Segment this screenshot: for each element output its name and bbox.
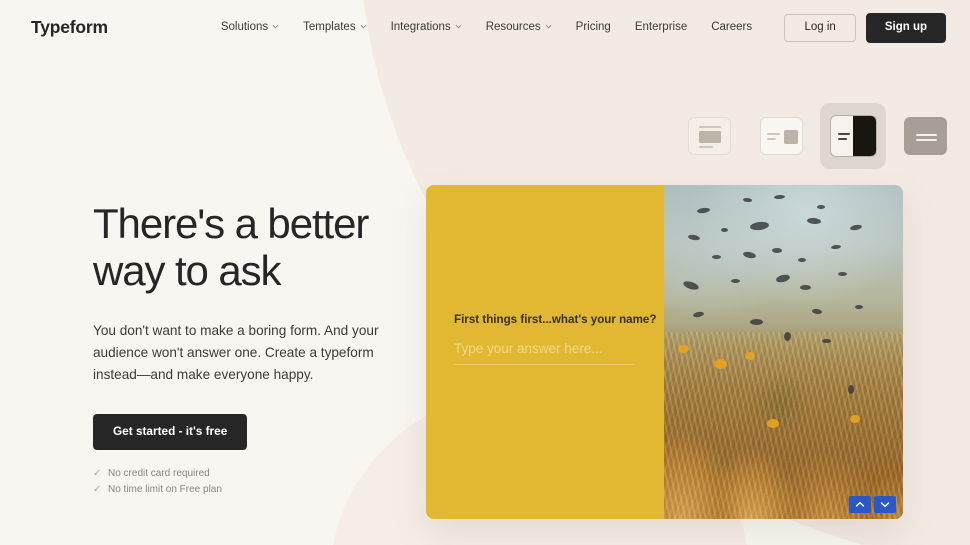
get-started-button[interactable]: Get started - it's free: [93, 414, 248, 450]
chevron-down-icon: [272, 23, 279, 30]
hero-section: There's a better way to ask You don't wa…: [93, 200, 403, 499]
slide-previous-button[interactable]: [849, 496, 871, 513]
slide-next-button[interactable]: [874, 496, 896, 513]
nav-item-resources-label: Resources: [485, 21, 541, 33]
page-title: There's a better way to ask: [93, 200, 403, 294]
login-button[interactable]: Log in: [784, 14, 856, 42]
main-nav-links: Solutions Templates Integrations Resourc…: [209, 15, 764, 39]
top-navigation-bar: Typeform Solutions Templates Integration…: [0, 0, 970, 54]
chevron-down-icon: [545, 23, 552, 30]
nav-action-buttons: Log in Sign up: [784, 13, 946, 43]
fish: [714, 358, 728, 369]
perk-label: No credit card required: [108, 467, 210, 479]
layout-option-split[interactable]: [820, 103, 886, 169]
nav-item-careers[interactable]: Careers: [699, 15, 764, 39]
nav-item-enterprise-label: Enterprise: [634, 21, 688, 33]
fish: [766, 418, 779, 428]
layout-option-full[interactable]: [892, 103, 958, 169]
hero-title-line-2: way to ask: [93, 247, 282, 295]
list-item: ✓ No credit card required: [93, 466, 403, 483]
form-question-text: First things first...what's your name?: [454, 313, 657, 326]
fish: [821, 338, 831, 343]
nav-item-pricing[interactable]: Pricing: [564, 15, 623, 39]
chevron-up-icon: [855, 501, 865, 508]
answer-input[interactable]: Type your answer here...: [454, 341, 634, 365]
brand-logo[interactable]: Typeform: [31, 17, 108, 38]
nav-item-solutions-label: Solutions: [220, 21, 269, 33]
nav-item-integrations[interactable]: Integrations: [379, 15, 474, 39]
nav-item-enterprise[interactable]: Enterprise: [623, 15, 699, 39]
nav-item-templates-label: Templates: [303, 21, 356, 33]
layout-stacked-icon: [687, 117, 731, 155]
fish: [750, 318, 764, 325]
check-icon: ✓: [93, 484, 102, 496]
coral-texture: [664, 331, 903, 519]
answer-input-placeholder: Type your answer here...: [454, 341, 603, 356]
signup-button[interactable]: Sign up: [865, 13, 946, 43]
nav-item-solutions[interactable]: Solutions: [209, 15, 291, 39]
fish: [783, 331, 791, 342]
list-item: ✓ No time limit on Free plan: [93, 482, 403, 499]
hero-subtitle: You don't want to make a boring form. An…: [93, 323, 379, 383]
nav-item-pricing-label: Pricing: [575, 21, 611, 33]
form-background-image: [664, 185, 903, 519]
layout-split-icon: [829, 115, 877, 157]
layout-option-stacked[interactable]: [676, 103, 742, 169]
check-icon: ✓: [93, 467, 102, 479]
layout-option-side-small[interactable]: [748, 103, 814, 169]
perk-label: No time limit on Free plan: [108, 484, 222, 496]
nav-item-careers-label: Careers: [711, 21, 753, 33]
layout-full-icon: [903, 117, 947, 155]
chevron-down-icon: [360, 23, 367, 30]
fish: [730, 278, 740, 283]
form-preview-card: First things first...what's your name? T…: [426, 185, 903, 519]
hero-perks-list: ✓ No credit card required ✓ No time limi…: [93, 466, 403, 499]
hero-title-line-1: There's a better: [93, 200, 369, 247]
fish: [816, 205, 825, 210]
layout-switcher: [676, 103, 958, 169]
nav-item-resources[interactable]: Resources: [474, 15, 564, 39]
layout-side-small-icon: [759, 117, 803, 155]
nav-item-integrations-label: Integrations: [390, 21, 451, 33]
form-question-panel: First things first...what's your name? T…: [426, 185, 664, 519]
chevron-down-icon: [455, 23, 462, 30]
nav-item-templates[interactable]: Templates: [291, 15, 378, 39]
slide-navigation: [849, 496, 896, 513]
chevron-down-icon: [880, 501, 890, 508]
